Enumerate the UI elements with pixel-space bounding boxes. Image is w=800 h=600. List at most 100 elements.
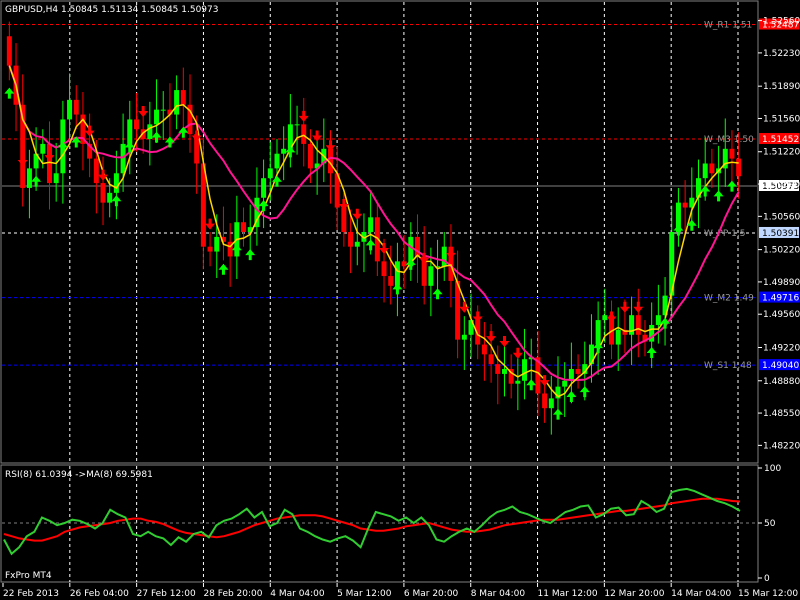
candle-body bbox=[495, 364, 501, 374]
candle-body bbox=[341, 207, 347, 232]
x-tick-label: 6 Mar 20:00 bbox=[404, 589, 459, 599]
candle-body bbox=[515, 380, 521, 384]
candle-body bbox=[214, 236, 220, 252]
y-tick-label: 1.49890 bbox=[763, 278, 800, 288]
rsi-tick-label: 0 bbox=[764, 574, 770, 584]
candle-body bbox=[40, 143, 46, 154]
x-tick-label: 8 Mar 04:00 bbox=[471, 589, 526, 599]
candle-body bbox=[729, 148, 735, 159]
x-tick-label: 26 Feb 04:00 bbox=[70, 589, 129, 599]
y-tick-label: 1.48220 bbox=[763, 441, 800, 451]
candle-body bbox=[354, 241, 360, 247]
candle-body bbox=[113, 173, 119, 193]
y-tick-label: 1.52230 bbox=[763, 49, 800, 59]
candle-body bbox=[368, 217, 374, 232]
level-label: W_M2 1.49 bbox=[704, 294, 754, 304]
candle-body bbox=[736, 158, 742, 177]
level-label: W_PP 1.5 bbox=[704, 229, 745, 239]
candle-body bbox=[93, 158, 99, 184]
candle-body bbox=[394, 261, 400, 286]
watermark: FxPro MT4 bbox=[5, 571, 52, 581]
level-price-label: 1.49040 bbox=[762, 361, 799, 371]
candle-body bbox=[147, 124, 153, 140]
x-tick-label: 4 Mar 04:00 bbox=[270, 589, 325, 599]
x-tick-label: 27 Feb 12:00 bbox=[137, 589, 196, 599]
candle-body bbox=[100, 183, 106, 203]
candle-body bbox=[46, 143, 52, 184]
candle-body bbox=[160, 109, 166, 111]
candle-body bbox=[348, 232, 354, 247]
candle-body bbox=[26, 168, 32, 188]
candle-body bbox=[381, 261, 387, 277]
candle-body bbox=[615, 329, 621, 345]
candle-body bbox=[294, 124, 300, 126]
chart-title: GBPUSD,H4 1.50845 1.51134 1.50845 1.5097… bbox=[5, 5, 218, 15]
candle-body bbox=[501, 369, 507, 374]
candle-body bbox=[120, 143, 126, 174]
candle-body bbox=[481, 344, 487, 355]
candle-body bbox=[428, 266, 434, 286]
candle-body bbox=[307, 143, 313, 169]
y-tick-label: 1.51890 bbox=[763, 82, 800, 92]
level-price-label: 1.50391 bbox=[762, 229, 799, 239]
rsi-tick-label: 100 bbox=[764, 464, 781, 474]
candle-body bbox=[635, 315, 641, 335]
level-price-label: 1.51452 bbox=[762, 135, 799, 145]
candle-body bbox=[267, 168, 273, 179]
level-label: W_R1 1.51 bbox=[704, 21, 752, 31]
candle-body bbox=[542, 393, 548, 409]
candle-body bbox=[575, 369, 581, 374]
candle-body bbox=[562, 380, 568, 387]
candle-body bbox=[133, 119, 139, 130]
x-tick-label: 28 Feb 20:00 bbox=[203, 589, 262, 599]
y-tick-label: 1.51560 bbox=[763, 114, 800, 124]
chart-background bbox=[0, 0, 800, 600]
candle-body bbox=[6, 36, 12, 66]
candle-body bbox=[522, 359, 528, 381]
x-tick-label: 15 Mar 12:00 bbox=[738, 589, 798, 599]
candle-body bbox=[301, 124, 307, 144]
candle-body bbox=[261, 178, 267, 198]
candle-body bbox=[154, 109, 160, 125]
candle-body bbox=[602, 315, 608, 321]
candle-body bbox=[548, 398, 554, 409]
candle-body bbox=[595, 320, 601, 345]
candle-body bbox=[655, 315, 661, 325]
mt4-chart-window[interactable]: W_R1 1.51 1.52487W_M3 1.50 1.51452W_PP 1.5… bbox=[0, 0, 800, 600]
candle-body bbox=[488, 354, 494, 365]
x-tick-label: 22 Feb 2013 bbox=[3, 589, 59, 599]
y-tick-label: 1.50890 bbox=[763, 180, 800, 190]
candle-body bbox=[388, 276, 394, 286]
candle-body bbox=[649, 324, 655, 342]
candle-body bbox=[274, 153, 280, 169]
y-tick-label: 1.51220 bbox=[763, 148, 800, 158]
rsi-title: RSI(8) 61.0394 ->MA(8) 69.5981 bbox=[5, 470, 153, 480]
x-tick-label: 5 Mar 12:00 bbox=[337, 589, 392, 599]
candle-body bbox=[174, 90, 180, 115]
y-tick-label: 1.49560 bbox=[763, 310, 800, 320]
y-tick-label: 1.50560 bbox=[763, 212, 800, 222]
candle-body bbox=[702, 163, 708, 179]
candle-body bbox=[241, 222, 247, 232]
level-label: W_S1 1.48 bbox=[704, 361, 752, 371]
candle-body bbox=[207, 246, 213, 252]
y-tick-label: 1.48880 bbox=[763, 377, 800, 387]
candle-body bbox=[281, 148, 287, 154]
level-label: W_M3 1.50 bbox=[704, 135, 754, 145]
y-tick-label: 1.49220 bbox=[763, 343, 800, 353]
candle-body bbox=[461, 334, 467, 340]
candle-body bbox=[180, 90, 186, 105]
candle-body bbox=[441, 246, 447, 267]
candle-body bbox=[53, 173, 59, 184]
candle-body bbox=[709, 163, 715, 174]
rsi-tick-label: 50 bbox=[764, 519, 776, 529]
y-tick-label: 1.50220 bbox=[763, 246, 800, 256]
y-tick-label: 1.52560 bbox=[763, 17, 800, 27]
candle-body bbox=[401, 261, 407, 267]
y-tick-label: 1.48550 bbox=[763, 409, 800, 419]
x-tick-label: 14 Mar 04:00 bbox=[671, 589, 731, 599]
candle-body bbox=[127, 119, 133, 144]
x-tick-label: 12 Mar 20:00 bbox=[604, 589, 664, 599]
level-price-label: 1.49716 bbox=[762, 294, 799, 304]
candle-body bbox=[73, 99, 79, 115]
